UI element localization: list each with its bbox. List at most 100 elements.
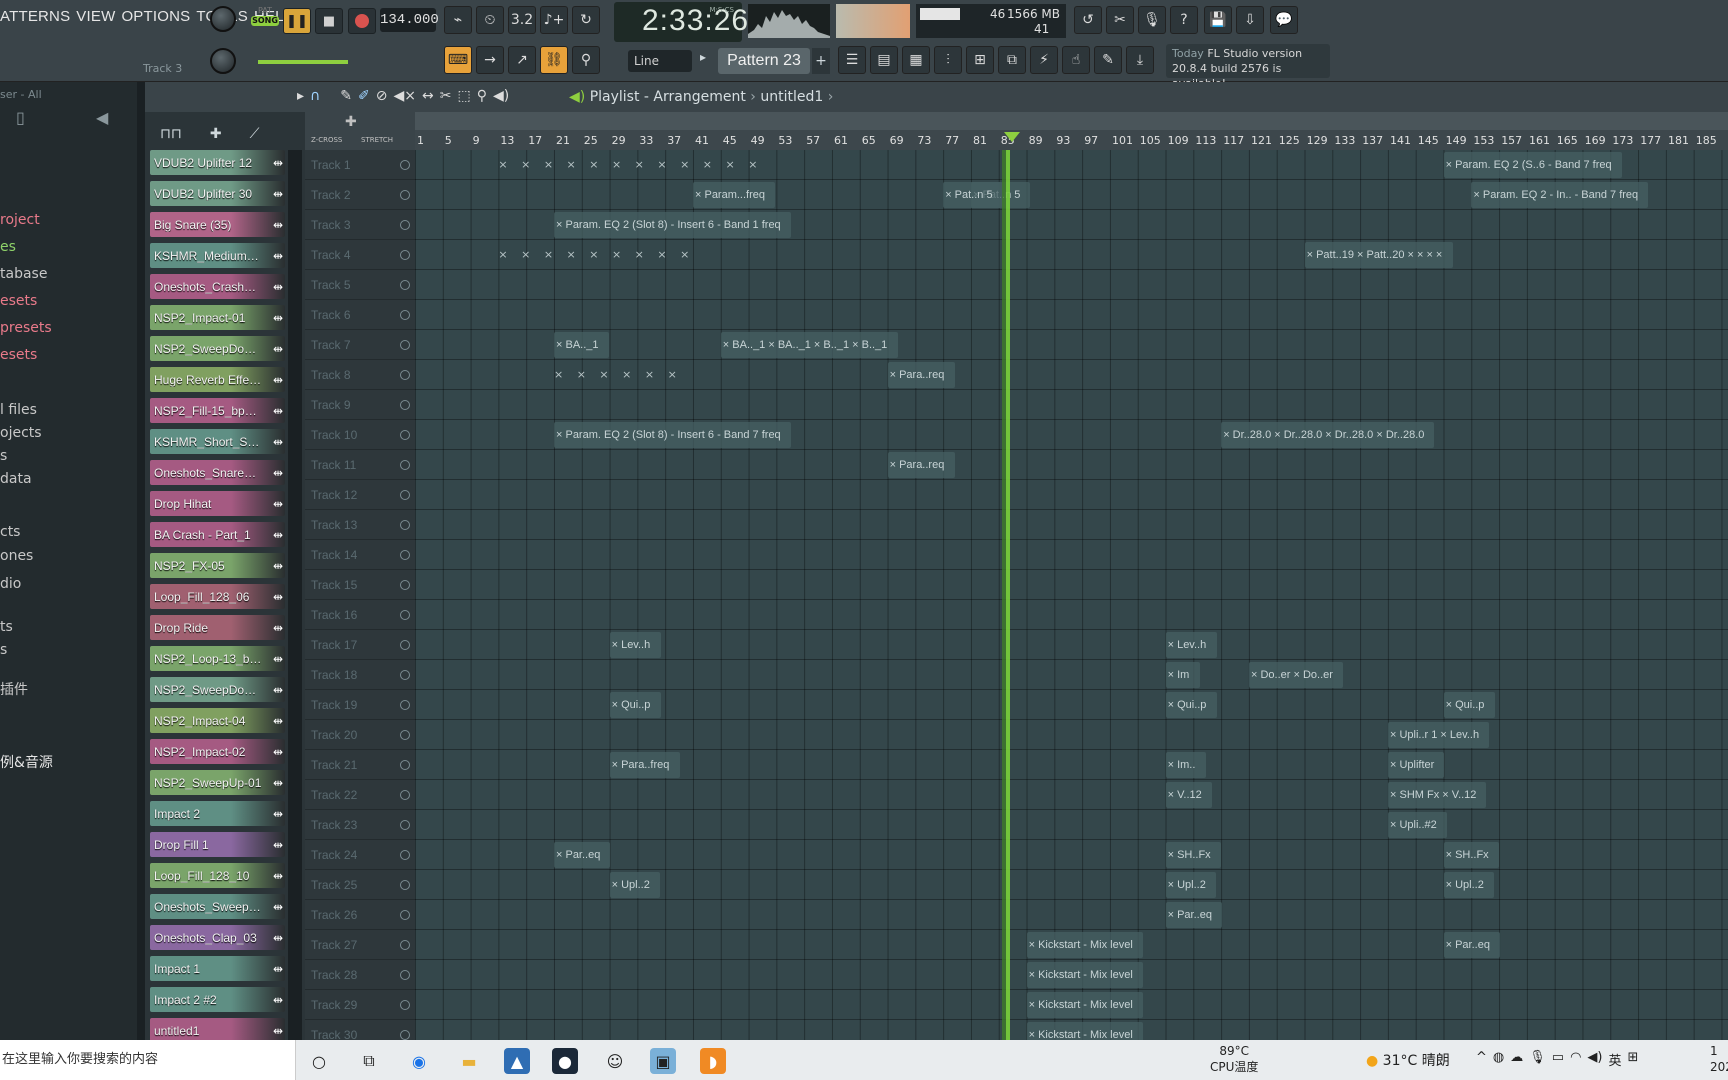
track-header[interactable]: Track 22: [305, 780, 415, 810]
playlist-clip[interactable]: × × × × × × × × × × × ×: [498, 152, 762, 178]
playback-icon[interactable]: ◀): [493, 88, 509, 104]
drag-arrows-icon[interactable]: ⇹: [273, 714, 283, 728]
track-header[interactable]: Track 5: [305, 270, 415, 300]
network-icon[interactable]: ▭: [1552, 1050, 1564, 1069]
news-panel[interactable]: Today FL Studio version 20.8.4 build 257…: [1166, 44, 1330, 90]
steam-icon[interactable]: ●: [552, 1048, 578, 1074]
taskbar-search-input[interactable]: 在这里输入你要搜索的内容: [0, 1040, 296, 1080]
drag-arrows-icon[interactable]: ⇹: [273, 931, 283, 945]
track-mute-dot[interactable]: [400, 700, 410, 710]
channel-rack-icon[interactable]: ▦: [902, 46, 930, 74]
menu-options[interactable]: OPTIONS: [121, 8, 190, 25]
channel-button[interactable]: Drop Hihat ⇹: [150, 491, 285, 516]
channel-button[interactable]: VDUB2 Uplifter 30 ⇹: [150, 181, 285, 206]
download-icon[interactable]: ⤓: [1126, 46, 1154, 74]
drag-arrows-icon[interactable]: ⇹: [273, 652, 283, 666]
wait-for-input-icon[interactable]: ⏲: [476, 6, 504, 34]
render-icon[interactable]: ⇩: [1236, 6, 1264, 34]
track-header[interactable]: Track 28: [305, 960, 415, 990]
track-header[interactable]: Track 6: [305, 300, 415, 330]
menu-view[interactable]: VIEW: [76, 8, 115, 25]
track-header[interactable]: Track 1: [305, 150, 415, 180]
pattern-tab-icon[interactable]: ⊓⊓: [160, 126, 182, 142]
playlist-clip[interactable]: × Param. EQ 2 (S..6 - Band 7 freq: [1443, 152, 1622, 178]
mute-icon[interactable]: ◀×: [393, 88, 416, 104]
browser-item[interactable]: cts: [0, 524, 20, 540]
playlist-clip[interactable]: × BA.._1 × BA.._1 × B.._1 × B.._1: [720, 332, 898, 358]
drag-arrows-icon[interactable]: ⇹: [273, 962, 283, 976]
drag-arrows-icon[interactable]: ⇹: [273, 373, 283, 387]
track-header[interactable]: Track 10: [305, 420, 415, 450]
track-mute-dot[interactable]: [400, 880, 410, 890]
channel-button[interactable]: Drop Ride ⇹: [150, 615, 285, 640]
browser-item[interactable]: es: [0, 239, 16, 255]
playlist-clip[interactable]: × × × × × × × × ×: [498, 242, 694, 268]
track-header[interactable]: Track 13: [305, 510, 415, 540]
slice-icon[interactable]: ✂: [440, 88, 452, 104]
stamp-icon[interactable]: ⚲: [572, 46, 600, 74]
track-header[interactable]: Track 18: [305, 660, 415, 690]
track-mute-dot[interactable]: [400, 790, 410, 800]
file-explorer-icon[interactable]: ▬: [456, 1048, 482, 1074]
touch-icon[interactable]: ☝: [1062, 46, 1090, 74]
playlist-clip[interactable]: × BA.._1: [554, 332, 609, 358]
drag-arrows-icon[interactable]: ⇹: [273, 249, 283, 263]
drag-arrows-icon[interactable]: ⇹: [273, 621, 283, 635]
track-header[interactable]: Track 17: [305, 630, 415, 660]
drag-arrows-icon[interactable]: ⇹: [273, 838, 283, 852]
playlist-clip[interactable]: × Param. EQ 2 - In.. - Band 7 freq: [1471, 182, 1649, 208]
playlist-clip[interactable]: × Para..req: [887, 362, 955, 388]
drag-arrows-icon[interactable]: ⇹: [273, 745, 283, 759]
stretch-toggle[interactable]: STRETCH: [361, 136, 393, 144]
save-icon[interactable]: 💾: [1204, 6, 1232, 34]
channel-button[interactable]: NSP2_SweepDown-01 ⇹: [150, 677, 285, 702]
track-mute-dot[interactable]: [400, 550, 410, 560]
browser-scrollbar[interactable]: [137, 82, 145, 1040]
playlist-clip[interactable]: × × × × × ×: [554, 362, 682, 388]
playlist-clip[interactable]: × Para..req: [887, 452, 955, 478]
track-mute-dot[interactable]: [400, 970, 410, 980]
track-mute-dot[interactable]: [400, 910, 410, 920]
playlist-clip[interactable]: × Upli..#2: [1388, 812, 1447, 838]
track-mute-dot[interactable]: [400, 850, 410, 860]
channel-button[interactable]: NSP2_Impact-01 ⇹: [150, 305, 285, 330]
track-header[interactable]: Track 16: [305, 600, 415, 630]
browser-item[interactable]: ojects: [0, 425, 42, 441]
slip-icon[interactable]: ↔: [422, 88, 434, 104]
channel-button[interactable]: Oneshots_SweepDo... ⇹: [150, 894, 285, 919]
tempo-display[interactable]: 134.000: [380, 8, 439, 32]
fl-studio-taskbar-icon[interactable]: ◗: [700, 1048, 726, 1074]
stop-button[interactable]: ■: [315, 8, 343, 34]
browser-item[interactable]: esets: [0, 347, 37, 363]
channel-button[interactable]: KSHMR_Medium_Swe... ⇹: [150, 243, 285, 268]
browser-item[interactable]: esets: [0, 293, 37, 309]
ime-indicator[interactable]: 英: [1608, 1050, 1621, 1069]
browser-icon[interactable]: ⊞: [966, 46, 994, 74]
piano-roll-icon[interactable]: ▤: [870, 46, 898, 74]
playlist-clip[interactable]: × Par..eq: [1165, 902, 1222, 928]
track-header[interactable]: Track 23: [305, 810, 415, 840]
playlist-grid[interactable]: × Kickstart - Mix level × Kickstart - Mix…: [415, 150, 1728, 1040]
track-header[interactable]: Track 15: [305, 570, 415, 600]
tray-app-icon[interactable]: ◍: [1493, 1050, 1504, 1069]
select-icon[interactable]: ⬚: [457, 88, 470, 104]
tray-expand-icon[interactable]: ^: [1476, 1050, 1487, 1069]
playlist-clip[interactable]: × Qui..p: [1165, 692, 1217, 718]
track-header[interactable]: Track 9: [305, 390, 415, 420]
channel-button[interactable]: BA Crash - Part_1 ⇹: [150, 522, 285, 547]
track-header[interactable]: Track 8: [305, 360, 415, 390]
track-header[interactable]: Track 24: [305, 840, 415, 870]
browser-item[interactable]: dio: [0, 576, 21, 592]
playlist-clip[interactable]: × Param. EQ 2 (Slot 8) - Insert 6 - Band…: [554, 422, 791, 448]
track-mute-dot[interactable]: [400, 760, 410, 770]
track-header[interactable]: Track 20: [305, 720, 415, 750]
track-header[interactable]: Track 7: [305, 330, 415, 360]
channel-button[interactable]: Impact 2 ⇹: [150, 801, 285, 826]
channel-button[interactable]: NSP2_SweepUp-01 ⇹: [150, 770, 285, 795]
automation-tab-icon[interactable]: ⟋: [250, 126, 260, 142]
drag-arrows-icon[interactable]: ⇹: [273, 404, 283, 418]
song-position-display[interactable]: 2:33:26 M:S:CS: [614, 2, 748, 42]
typing-keyboard-icon[interactable]: ⌨: [444, 46, 472, 74]
picker-scrollbar[interactable]: [288, 150, 302, 1040]
track-header[interactable]: Track 25: [305, 870, 415, 900]
